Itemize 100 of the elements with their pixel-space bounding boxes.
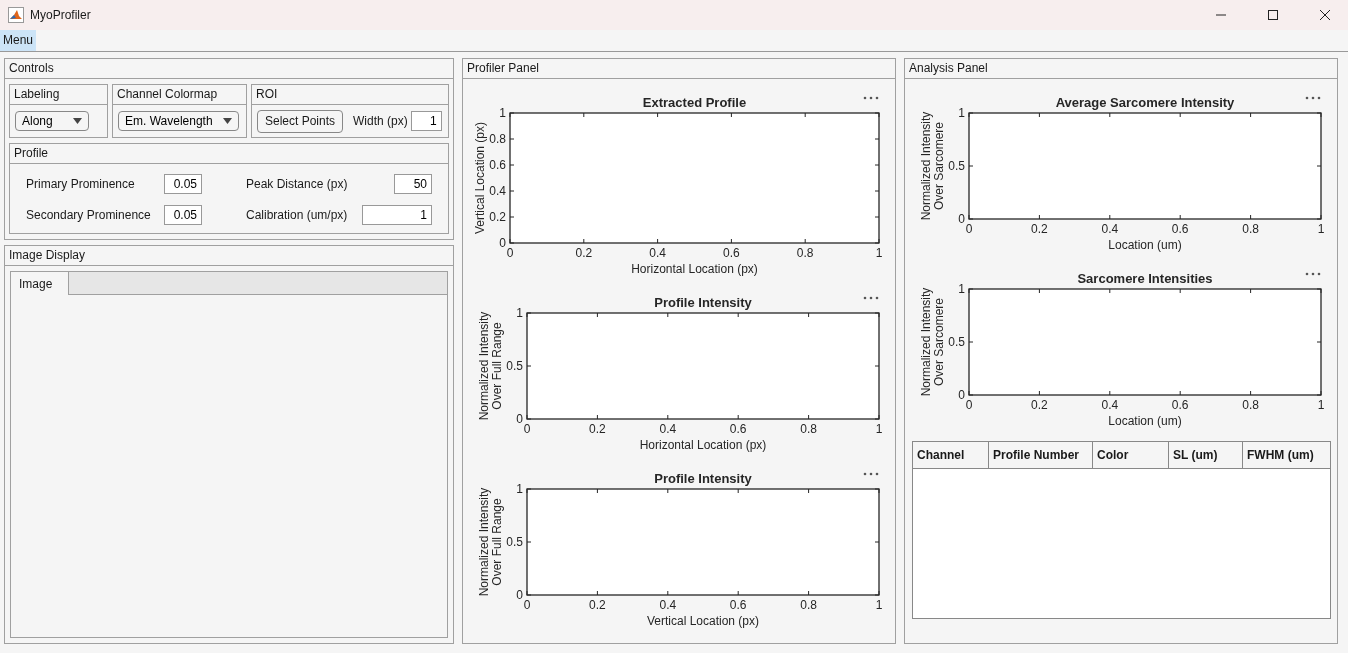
field-label: Secondary Prominence (26, 208, 152, 222)
tick-label: 0 (506, 246, 514, 260)
input-field[interactable]: 1 (362, 205, 432, 225)
panel-title: Analysis Panel (905, 59, 1337, 79)
more-icon[interactable] (863, 472, 879, 476)
axis-label: Normalized Intensity Over Sarcomere (919, 111, 946, 221)
axis-label: Vertical Location (px) (473, 121, 487, 235)
tick-label: 0.8 (800, 598, 817, 612)
tick-label: 0.4 (659, 598, 677, 612)
tick-label: 0.4 (489, 184, 506, 198)
caret-icon (223, 118, 232, 124)
column-header[interactable]: Channel (913, 442, 989, 468)
caret-icon (73, 118, 82, 124)
tick-label: 0 (965, 222, 973, 236)
tick-label: 0.5 (506, 535, 523, 549)
tick-label: 0.8 (1242, 222, 1259, 236)
panel-title: Image Display (5, 246, 453, 266)
axis-label: Normalized Intensity Over Full Range (477, 487, 504, 597)
tick-label: 0 (958, 212, 965, 226)
chart-title: Profile Intensity (654, 471, 752, 486)
app-icon (8, 7, 24, 23)
field-label: Width (px) (353, 114, 408, 128)
column-header[interactable]: Color (1093, 442, 1169, 468)
tick-label: 0.4 (649, 246, 666, 260)
more-icon[interactable] (1305, 272, 1321, 276)
tick-label: 0 (965, 398, 973, 412)
tick-label: 0.6 (723, 246, 740, 260)
tick-label: 0.2 (589, 598, 606, 612)
tick-label: 0 (499, 236, 506, 250)
tick-label: 0.6 (1171, 222, 1189, 236)
tick-label: 0.4 (1101, 222, 1119, 236)
tick-label: 1 (1317, 398, 1325, 412)
input-field[interactable]: 0.05 (164, 205, 202, 225)
panel-title: ROI (252, 85, 448, 105)
tick-label: 0.5 (506, 359, 523, 373)
tick-label: 1 (516, 482, 523, 496)
tick-label: 0.6 (1171, 398, 1189, 412)
tab[interactable]: Image (11, 272, 70, 295)
tick-label: 1 (875, 598, 883, 612)
width-field[interactable]: 1 (410, 111, 442, 131)
tick-label: 0.5 (948, 159, 965, 173)
column-header[interactable]: FWHM (um) (1243, 442, 1327, 468)
tick-label: 0.5 (948, 335, 965, 349)
tick-label: 0.2 (1031, 398, 1048, 412)
tick-label: 1 (516, 306, 523, 320)
select-points-button[interactable]: Select Points (257, 109, 344, 133)
tick-label: 1 (958, 282, 965, 296)
tick-label: 0 (516, 412, 523, 426)
tick-label: 0 (523, 598, 531, 612)
panel-title: Controls (5, 59, 453, 79)
tick-label: 0.6 (729, 422, 747, 436)
tick-label: 0.8 (489, 132, 506, 146)
chart-title: Profile Intensity (654, 295, 752, 310)
field-label: Peak Distance (px) (245, 177, 349, 191)
window-title: MyoProfiler (30, 8, 92, 22)
colormap-dropdown[interactable]: Em. Wavelength (118, 111, 239, 131)
panel-title: Channel Colormap (113, 85, 246, 105)
axis-label: Location (um) (1108, 238, 1182, 252)
axis-label: Horizontal Location (px) (639, 438, 767, 452)
panel-title: Labeling (10, 85, 107, 105)
menu-item[interactable]: Menu (0, 30, 37, 51)
more-icon[interactable] (863, 96, 879, 100)
input-field[interactable]: 50 (394, 174, 432, 194)
tick-label: 0.2 (1031, 222, 1048, 236)
tick-label: 0.8 (796, 246, 814, 260)
axis-label: Horizontal Location (px) (631, 262, 758, 276)
tick-label: 1 (1317, 222, 1325, 236)
field-label: Primary Prominence (26, 177, 136, 191)
tick-label: 0.8 (800, 422, 817, 436)
tick-label: 0.4 (1101, 398, 1119, 412)
field-label: Calibration (um/px) (245, 208, 349, 222)
chart-title: Extracted Profile (642, 95, 747, 110)
panel-title: Profile (10, 144, 448, 164)
axis-label: Location (um) (1108, 414, 1182, 428)
column-header[interactable]: Profile Number (989, 442, 1093, 468)
more-icon[interactable] (1305, 96, 1321, 100)
chart-title: Average Sarcomere Intensity (1055, 95, 1235, 110)
axis-label: Normalized Intensity Over Full Range (477, 311, 504, 421)
column-header[interactable]: SL (um) (1169, 442, 1243, 468)
tick-label: 0 (958, 388, 965, 402)
more-icon[interactable] (863, 296, 879, 300)
tick-label: 1 (875, 246, 883, 260)
tick-label: 0.2 (589, 422, 606, 436)
tick-label: 0.2 (575, 246, 593, 260)
tick-label: 0.4 (659, 422, 677, 436)
tick-label: 0 (516, 588, 523, 602)
tick-label: 0.6 (489, 158, 506, 172)
tick-label: 1 (499, 106, 506, 120)
chart-title: Sarcomere Intensities (1077, 271, 1213, 286)
tick-label: 0.2 (489, 210, 506, 224)
tick-label: 0 (523, 422, 531, 436)
tick-label: 1 (875, 422, 883, 436)
tick-label: 0.8 (1242, 398, 1259, 412)
tick-label: 1 (958, 106, 965, 120)
axis-label: Normalized Intensity Over Sarcomere (919, 287, 946, 397)
panel-title: Profiler Panel (463, 59, 895, 79)
input-field[interactable]: 0.05 (164, 174, 202, 194)
axis-label: Vertical Location (px) (646, 614, 760, 628)
labeling-dropdown[interactable]: Along (15, 111, 89, 131)
tick-label: 0.6 (729, 598, 747, 612)
